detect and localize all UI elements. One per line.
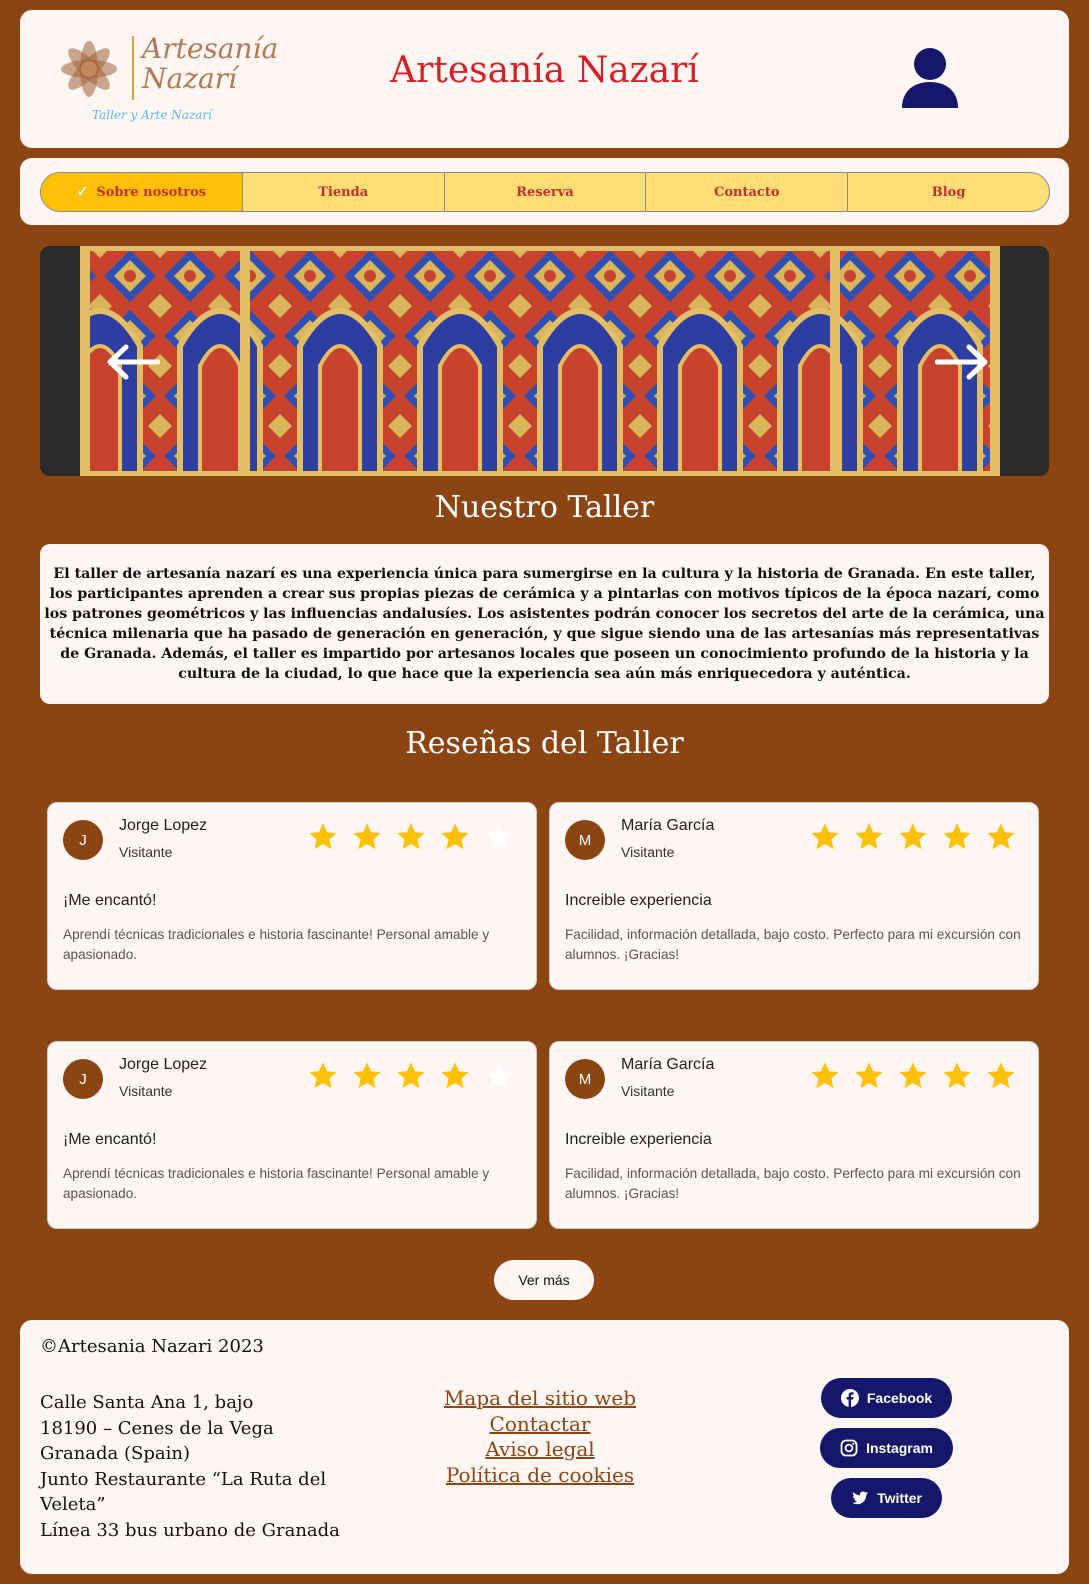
review-card: J Jorge Lopez Visitante ¡Me encantó! Apr… [47,1041,537,1229]
image-carousel [40,246,1049,476]
about-title: Nuestro Taller [434,490,655,525]
star-filled-icon [855,823,883,849]
nav-item-label: Contacto [714,184,780,200]
star-empty-icon [485,823,513,849]
link-politica-cookies[interactable]: Política de cookies [440,1463,640,1489]
instagram-label: Instagram [866,1440,933,1456]
instagram-icon [840,1439,858,1457]
nav-item-label: Tienda [318,184,369,200]
review-title: ¡Me encantó! [63,892,157,909]
address-line: Granada (Spain) [40,1443,190,1464]
nav-item-reserva[interactable]: Reserva [445,173,647,211]
footer-links: Mapa del sitio web Contactar Aviso legal… [440,1386,640,1488]
reviewer-name: María García [621,817,715,834]
star-filled-icon [353,823,381,849]
review-card: J Jorge Lopez Visitante ¡Me encantó! Apr… [47,802,537,990]
link-aviso-legal[interactable]: Aviso legal [440,1437,640,1463]
address: Calle Santa Ana 1, bajo 18190 – Cenes de… [40,1390,360,1543]
twitter-button[interactable]: Twitter [831,1478,942,1518]
star-filled-icon [943,823,971,849]
check-icon: ✓ [76,184,89,200]
review-title: Increible experiencia [565,1131,712,1148]
star-filled-icon [397,1062,425,1088]
star-filled-icon [309,1062,337,1088]
avatar: J [63,820,103,860]
review-card: M María García Visitante Increible exper… [549,1041,1039,1229]
nav-item-sobre-nosotros[interactable]: ✓ Sobre nosotros [41,173,243,211]
star-rating [306,821,516,853]
carousel-prev-arrow-icon[interactable] [106,344,160,380]
about-text: El taller de artesanía nazarí es una exp… [40,544,1049,704]
reviewer-role: Visitante [119,1083,173,1099]
twitter-icon [852,1491,869,1505]
nav-bar: ✓ Sobre nosotros Tienda Reserva Contacto… [40,172,1050,212]
link-contactar[interactable]: Contactar [440,1412,640,1438]
reviewer-role: Visitante [621,844,675,860]
star-filled-icon [987,1062,1015,1088]
reviewer-role: Visitante [119,844,173,860]
link-mapa-sitio[interactable]: Mapa del sitio web [440,1386,640,1412]
avatar: M [565,820,605,860]
reviewer-name: Jorge Lopez [119,817,208,834]
address-line: Línea 33 bus urbano de Granada [40,1519,340,1541]
site-header: Artesanía Nazarí Taller y Arte Nazarí Ar… [20,10,1069,148]
facebook-label: Facebook [866,1390,933,1406]
logo-tagline: Taller y Arte Nazarí [92,108,212,122]
review-body: Facilidad, información detallada, bajo c… [565,927,1021,962]
social-links: Facebook Instagram Twitter [820,1378,953,1518]
reviewer-role: Visitante [621,1083,675,1099]
star-filled-icon [899,823,927,849]
review-title: Increible experiencia [565,892,712,909]
site-footer: ©Artesania Nazari 2023 Calle Santa Ana 1… [20,1320,1069,1574]
nav-item-blog[interactable]: Blog [848,173,1049,211]
carousel-next-arrow-icon[interactable] [935,344,989,380]
ver-mas-button[interactable]: Ver más [494,1260,594,1300]
star-rating [808,1060,1018,1092]
avatar: M [565,1059,605,1099]
star-filled-icon [441,1062,469,1088]
carousel-image [40,246,1049,476]
user-account-icon[interactable] [901,48,959,108]
address-line: 18190 – Cenes de la Vega [40,1417,274,1439]
review-body: Facilidad, información detallada, bajo c… [565,1166,1021,1201]
star-filled-icon [441,823,469,849]
star-filled-icon [811,823,839,849]
address-line: Junto Restaurante “La Ruta del Veleta” [40,1468,327,1516]
review-body: Aprendí técnicas tradicionales e histori… [63,927,490,962]
reviews-title: Reseñas del Taller [405,726,684,761]
facebook-button[interactable]: Facebook [820,1378,953,1418]
facebook-icon [840,1389,859,1407]
nav-item-label: Sobre nosotros [96,184,207,200]
star-filled-icon [855,1062,883,1088]
reviewer-name: Jorge Lopez [119,1056,208,1073]
star-empty-icon [485,1062,513,1088]
address-line: Calle Santa Ana 1, bajo [40,1392,254,1413]
star-filled-icon [943,1062,971,1088]
avatar: J [63,1059,103,1099]
review-title: ¡Me encantó! [63,1131,157,1148]
main-navigation: ✓ Sobre nosotros Tienda Reserva Contacto… [20,158,1069,225]
review-body: Aprendí técnicas tradicionales e histori… [63,1166,490,1201]
star-filled-icon [811,1062,839,1088]
copyright: ©Artesania Nazari 2023 [40,1336,264,1357]
star-filled-icon [397,823,425,849]
nav-item-label: Blog [931,184,966,200]
star-rating [808,821,1018,853]
star-filled-icon [899,1062,927,1088]
instagram-button[interactable]: Instagram [820,1428,953,1468]
star-rating [306,1060,516,1092]
star-filled-icon [353,1062,381,1088]
twitter-label: Twitter [877,1490,922,1506]
star-filled-icon [309,823,337,849]
nav-item-label: Reserva [516,184,574,200]
star-filled-icon [987,823,1015,849]
reviewer-name: María García [621,1056,715,1073]
nav-item-contacto[interactable]: Contacto [646,173,849,211]
nav-item-tienda[interactable]: Tienda [243,173,445,211]
review-card: M María García Visitante Increible exper… [549,802,1039,990]
